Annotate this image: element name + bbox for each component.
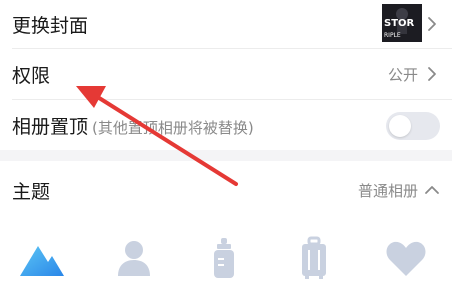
change-cover-label: 更换封面 bbox=[12, 14, 89, 37]
baby-bottle-icon[interactable] bbox=[200, 236, 248, 280]
cover-thumbnail: STOR RIPLE bbox=[382, 4, 422, 42]
luggage-icon[interactable] bbox=[290, 236, 338, 280]
pin-album-label: 相册置顶 bbox=[12, 115, 89, 138]
chevron-right-icon bbox=[428, 17, 436, 31]
pin-album-toggle[interactable] bbox=[386, 112, 440, 140]
permission-value: 公开 bbox=[387, 65, 418, 84]
album-settings-page: 更换封面 STOR RIPLE 权限 公开 相册置顶(其他置顶相册将被替换) bbox=[0, 0, 452, 294]
pin-album-row: 相册置顶 (其他置顶相册将被替换) bbox=[0, 100, 452, 150]
pin-album-label-wrap: 相册置顶 (其他置顶相册将被替换) bbox=[12, 112, 254, 139]
theme-value: 普通相册 bbox=[357, 181, 418, 200]
permission-label: 权限 bbox=[12, 64, 51, 87]
section-separator bbox=[0, 150, 452, 161]
permission-row[interactable]: 权限 公开 bbox=[0, 49, 452, 99]
heart-icon[interactable] bbox=[382, 236, 430, 280]
toggle-knob bbox=[389, 115, 411, 137]
chevron-up-icon bbox=[425, 186, 439, 194]
chevron-right-icon bbox=[428, 67, 436, 81]
person-icon[interactable] bbox=[110, 236, 158, 280]
mountain-icon[interactable] bbox=[18, 236, 66, 280]
theme-row[interactable]: 主题 普通相册 bbox=[0, 161, 452, 219]
cover-thumb-text-top: STOR bbox=[384, 18, 415, 29]
cover-thumb-text-bottom: RIPLE bbox=[384, 32, 401, 39]
change-cover-row[interactable]: 更换封面 STOR RIPLE bbox=[0, 0, 452, 48]
pin-album-hint: (其他置顶相册将被替换) bbox=[92, 118, 254, 137]
theme-label: 主题 bbox=[12, 180, 51, 203]
